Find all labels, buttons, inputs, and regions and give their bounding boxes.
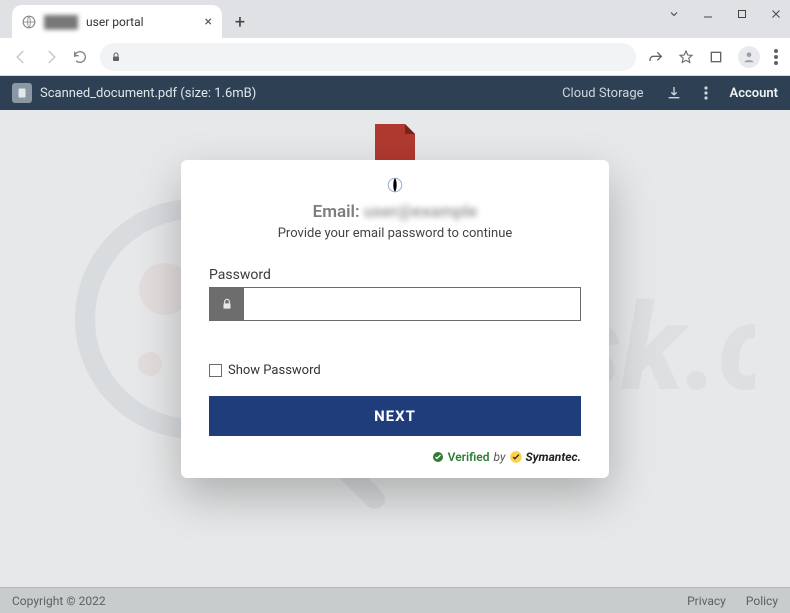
email-value-blur: user@example	[364, 202, 478, 222]
document-label: Scanned_document.pdf (size: 1.6mB)	[40, 86, 256, 101]
back-icon[interactable]	[12, 48, 30, 66]
close-window-icon[interactable]	[770, 8, 784, 20]
account-link[interactable]: Account	[730, 86, 778, 101]
page-stage: PCrisk.com Email: user@example Provide y…	[0, 110, 790, 587]
modal-heading: Email: user@example	[209, 202, 581, 222]
verified-by: by	[493, 450, 505, 464]
tab-title: user portal	[86, 15, 144, 29]
show-password-row[interactable]: Show Password	[209, 363, 581, 378]
maximize-icon[interactable]	[736, 8, 750, 20]
symantec-name: Symantec.	[525, 450, 581, 464]
omnibox[interactable]	[100, 43, 636, 71]
cloud-storage-link[interactable]: Cloud Storage	[562, 86, 643, 101]
browser-titlebar: ████ user portal × +	[0, 0, 790, 38]
copyright-text: Copyright © 2022	[12, 594, 106, 608]
browser-addressbar	[0, 38, 790, 76]
password-input[interactable]	[244, 288, 580, 320]
forward-icon[interactable]	[42, 48, 60, 66]
checkmark-icon	[432, 451, 444, 463]
page-footer: Copyright © 2022 Privacy Policy	[0, 587, 790, 613]
verified-label: Verified	[448, 450, 490, 464]
modal-subtitle: Provide your email password to continue	[209, 226, 581, 241]
kebab-menu-icon[interactable]	[774, 49, 778, 65]
next-button[interactable]: NEXT	[209, 396, 581, 436]
globe-icon	[22, 15, 36, 29]
email-label: Email:	[313, 202, 360, 222]
window-controls	[668, 8, 784, 20]
browser-tab[interactable]: ████ user portal ×	[12, 5, 222, 38]
minimize-icon[interactable]	[702, 8, 716, 20]
document-icon	[12, 83, 32, 103]
show-password-checkbox[interactable]	[209, 364, 222, 377]
reload-icon[interactable]	[72, 49, 88, 65]
close-icon[interactable]: ×	[205, 15, 212, 29]
privacy-link[interactable]: Privacy	[687, 594, 726, 608]
star-icon[interactable]	[678, 49, 694, 65]
globe-icon	[209, 176, 581, 194]
lock-icon	[110, 51, 122, 63]
show-password-label: Show Password	[228, 363, 321, 378]
policy-link[interactable]: Policy	[746, 594, 778, 608]
extensions-icon[interactable]	[708, 49, 724, 65]
symantec-badge: Symantec.	[509, 450, 581, 464]
chevron-down-icon[interactable]	[668, 8, 682, 20]
share-icon[interactable]	[648, 49, 664, 65]
verified-badge: Verified by Symantec.	[209, 450, 581, 464]
password-label: Password	[209, 267, 581, 283]
login-modal: Email: user@example Provide your email p…	[181, 160, 609, 478]
symantec-icon	[509, 450, 523, 464]
password-field	[209, 287, 581, 321]
lock-icon	[210, 288, 244, 320]
profile-avatar-icon[interactable]	[738, 46, 760, 68]
kebab-icon[interactable]	[704, 86, 708, 100]
tab-title-blur: ████	[44, 15, 78, 29]
new-tab-button[interactable]: +	[226, 8, 254, 36]
page-topbar: Scanned_document.pdf (size: 1.6mB) Cloud…	[0, 76, 790, 110]
download-icon[interactable]	[666, 85, 682, 101]
